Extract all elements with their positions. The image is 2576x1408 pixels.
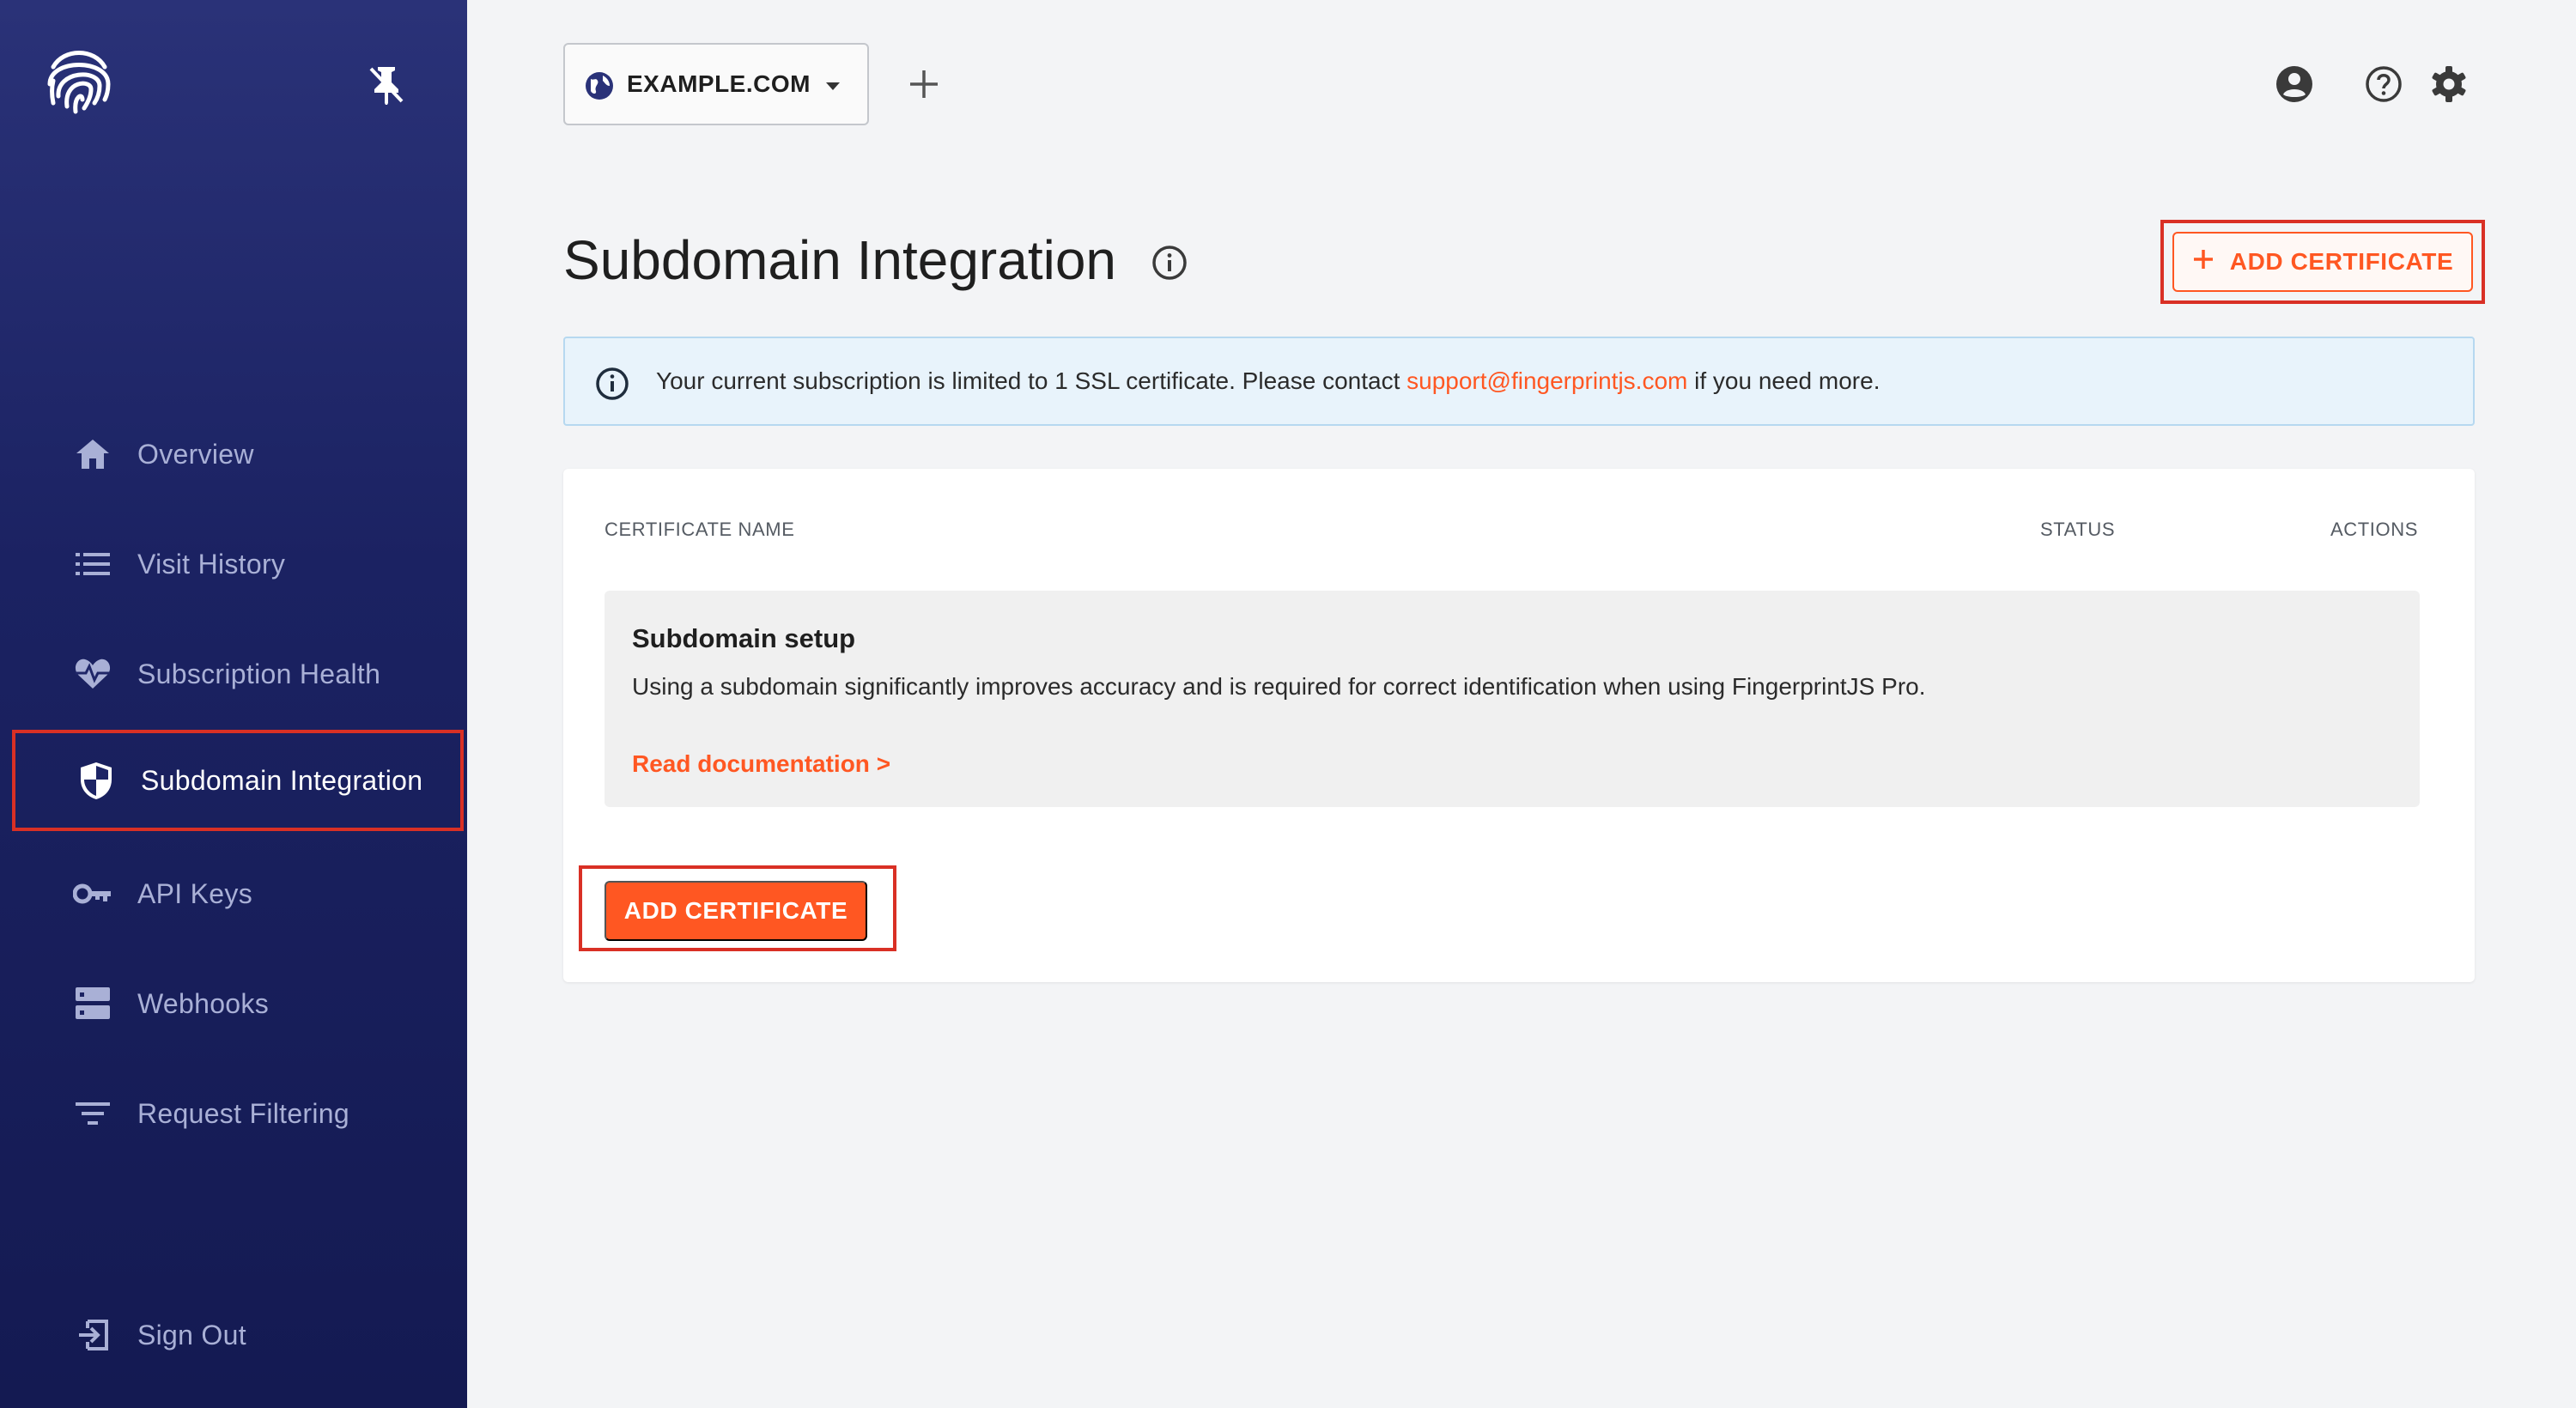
highlight-box: ADD CERTIFICATE: [2160, 220, 2485, 304]
page-title: Subdomain Integration: [563, 229, 1116, 291]
globe-icon: [584, 70, 615, 101]
settings-icon[interactable]: [2428, 64, 2470, 105]
sign-out-label: Sign Out: [137, 1319, 246, 1350]
server-icon: [62, 973, 124, 1035]
sidebar-item-subscription-health[interactable]: Subscription Health: [12, 623, 464, 725]
sidebar-item-label: Subdomain Integration: [141, 764, 423, 796]
sidebar-item-label: Visit History: [137, 548, 286, 580]
sidebar-item-overview[interactable]: Overview: [12, 404, 464, 505]
sidebar: Overview Visit History Subscription Heal…: [0, 0, 467, 1408]
list-icon: [62, 533, 124, 595]
empty-state: Subdomain setup Using a subdomain signif…: [605, 591, 2420, 807]
add-certificate-button[interactable]: ADD CERTIFICATE: [2172, 232, 2473, 292]
sidebar-item-webhooks[interactable]: Webhooks: [12, 953, 464, 1054]
domain-select[interactable]: EXAMPLE.COM: [563, 43, 869, 125]
sidebar-item-label: Subscription Health: [137, 658, 381, 689]
sidebar-item-request-filtering[interactable]: Request Filtering: [12, 1063, 464, 1164]
domain-select-value: EXAMPLE.COM: [627, 70, 811, 97]
alert-message: Your current subscription is limited to …: [656, 367, 1880, 395]
key-icon: [62, 863, 124, 925]
home-icon: [62, 423, 124, 485]
certificates-card: CERTIFICATE NAME STATUS ACTIONS Subdomai…: [563, 469, 2475, 982]
add-domain-button[interactable]: [905, 65, 943, 103]
sidebar-item-visit-history[interactable]: Visit History: [12, 513, 464, 615]
info-icon[interactable]: [1151, 244, 1188, 282]
sidebar-item-label: Request Filtering: [137, 1097, 349, 1129]
sidebar-item-label: API Keys: [137, 877, 253, 909]
read-documentation-link[interactable]: Read documentation >: [632, 750, 890, 778]
support-email-link[interactable]: support@fingerprintjs.com: [1406, 367, 1687, 394]
fingerprint-icon[interactable]: [45, 43, 113, 120]
caret-down-icon: [824, 81, 841, 93]
column-header-certificate-name: CERTIFICATE NAME: [605, 519, 795, 540]
plus-icon: [2192, 248, 2215, 276]
column-header-actions: ACTIONS: [2330, 519, 2418, 540]
sidebar-item-label: Overview: [137, 438, 254, 470]
filter-icon: [62, 1083, 124, 1144]
sign-out-icon: [62, 1304, 124, 1366]
shield-icon: [65, 750, 127, 811]
add-certificate-button[interactable]: ADD CERTIFICATE: [605, 881, 867, 941]
alert-text: if you need more.: [1687, 367, 1880, 394]
pin-off-icon[interactable]: [368, 64, 405, 106]
empty-state-title: Subdomain setup: [632, 623, 856, 653]
alert-text: Your current subscription is limited to …: [656, 367, 1407, 394]
sign-out-button[interactable]: Sign Out: [12, 1284, 464, 1386]
heart-pulse-icon: [62, 643, 124, 705]
account-icon[interactable]: [2274, 64, 2315, 105]
highlight-box: ADD CERTIFICATE: [579, 865, 896, 951]
sidebar-item-label: Webhooks: [137, 987, 270, 1019]
sidebar-item-api-keys[interactable]: API Keys: [12, 843, 464, 944]
empty-state-description: Using a subdomain significantly improves…: [632, 673, 1926, 700]
column-header-status: STATUS: [2040, 519, 2116, 540]
add-certificate-label: ADD CERTIFICATE: [2229, 248, 2454, 275]
sidebar-item-subdomain-integration[interactable]: Subdomain Integration: [12, 730, 464, 831]
help-icon[interactable]: [2363, 64, 2404, 105]
subscription-alert: Your current subscription is limited to …: [563, 337, 2475, 426]
info-icon: [594, 366, 630, 402]
